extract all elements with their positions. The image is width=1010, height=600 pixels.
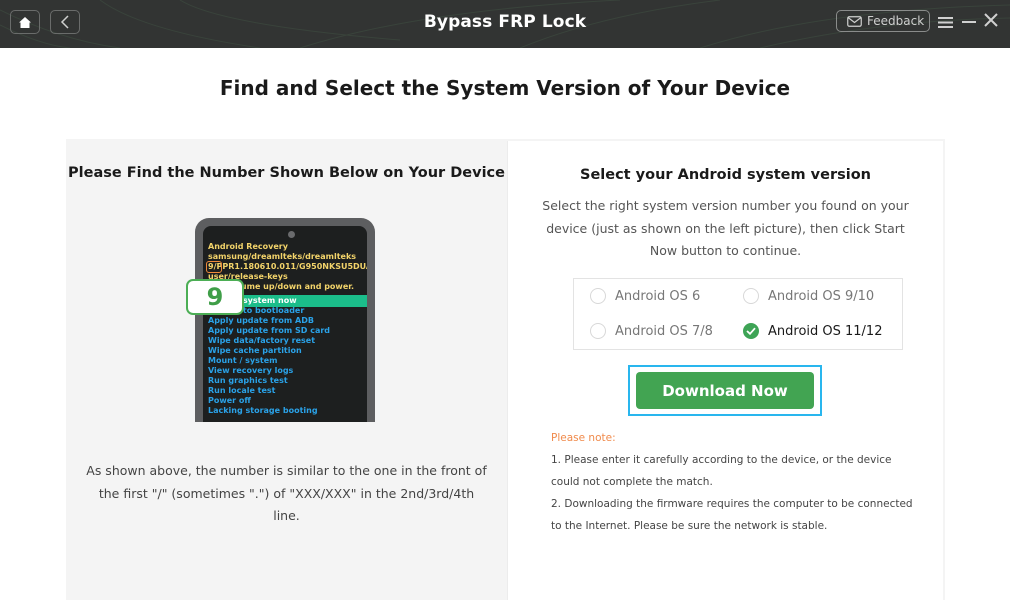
radio-unchecked-icon[interactable] [590, 323, 606, 339]
right-panel-heading: Select your Android system version [580, 167, 871, 183]
radio-unchecked-icon[interactable] [743, 288, 759, 304]
feedback-button[interactable]: Feedback [836, 10, 930, 32]
minimize-button[interactable] [962, 14, 978, 28]
os-version-radio-group: Android OS 6 Android OS 9/10 Android OS … [573, 278, 903, 350]
right-panel: Select your Android system version Selec… [507, 141, 943, 600]
recovery-menu-item: Run graphics test [208, 376, 288, 385]
mail-icon [847, 15, 862, 27]
left-panel: Please Find the Number Shown Below on Yo… [66, 139, 507, 600]
version-highlight-box [206, 261, 222, 273]
recovery-header-line: samsung/dreamlteks/dreamlteks [208, 252, 357, 261]
recovery-menu-item: Apply update from ADB [208, 316, 314, 325]
left-panel-description: As shown above, the number is similar to… [86, 463, 487, 523]
recovery-menu-item: Run locale test [208, 386, 276, 395]
recovery-menu-item: Mount / system [208, 356, 278, 365]
close-button[interactable] [984, 12, 1000, 28]
version-number-badge: 9 [186, 279, 244, 315]
os-option-android-6[interactable]: Android OS 6 [590, 288, 700, 304]
recovery-header-line: 9/PPR1.180610.011/G950NKSU5DUA2 [208, 262, 367, 271]
hamburger-menu-icon [938, 17, 953, 28]
os-option-android-7-8[interactable]: Android OS 7/8 [590, 323, 713, 339]
note-item: 1. Please enter it carefully according t… [551, 454, 892, 488]
recovery-menu-item: Wipe data/factory reset [208, 336, 316, 345]
os-option-android-11-12[interactable]: Android OS 11/12 [743, 323, 882, 339]
os-option-label: Android OS 6 [615, 288, 701, 304]
recovery-menu-item: Wipe cache partition [208, 346, 302, 355]
content-panels: Please Find the Number Shown Below on Yo… [66, 139, 945, 600]
download-now-button[interactable]: Download Now [636, 372, 814, 409]
menu-button[interactable] [938, 14, 954, 28]
recovery-menu-item: Lacking storage booting [208, 406, 318, 415]
note-list: 1. Please enter it carefully according t… [551, 449, 921, 537]
os-option-label: Android OS 11/12 [768, 323, 883, 339]
left-panel-heading: Please Find the Number Shown Below on Yo… [68, 165, 505, 181]
os-option-label: Android OS 9/10 [768, 288, 875, 304]
phone-camera [288, 231, 295, 238]
phone-screen: Android Recovery samsung/dreamlteks/drea… [203, 226, 367, 422]
feedback-label: Feedback [867, 14, 925, 28]
recovery-menu-item: View recovery logs [208, 366, 294, 375]
download-button-focus-ring: Download Now [628, 365, 822, 416]
recovery-menu-item: Power off [208, 396, 251, 405]
os-option-android-9-10[interactable]: Android OS 9/10 [743, 288, 874, 304]
recovery-menu-item: Apply update from SD card [208, 326, 331, 335]
phone-illustration: Android Recovery samsung/dreamlteks/drea… [195, 218, 375, 422]
recovery-header-line: Android Recovery [208, 242, 288, 251]
radio-checked-icon[interactable] [743, 323, 759, 339]
radio-unchecked-icon[interactable] [590, 288, 606, 304]
note-title: Please note: [551, 432, 616, 444]
os-option-label: Android OS 7/8 [615, 323, 713, 339]
right-panel-description: Select the right system version number y… [542, 198, 909, 258]
note-item: 2. Downloading the firmware requires the… [551, 498, 913, 532]
close-icon [984, 13, 998, 27]
checkmark-icon [746, 327, 756, 335]
page-title: Find and Select the System Version of Yo… [219, 76, 791, 100]
minimize-icon [962, 21, 976, 23]
title-bar: Bypass FRP Lock Feedback [0, 0, 1010, 48]
